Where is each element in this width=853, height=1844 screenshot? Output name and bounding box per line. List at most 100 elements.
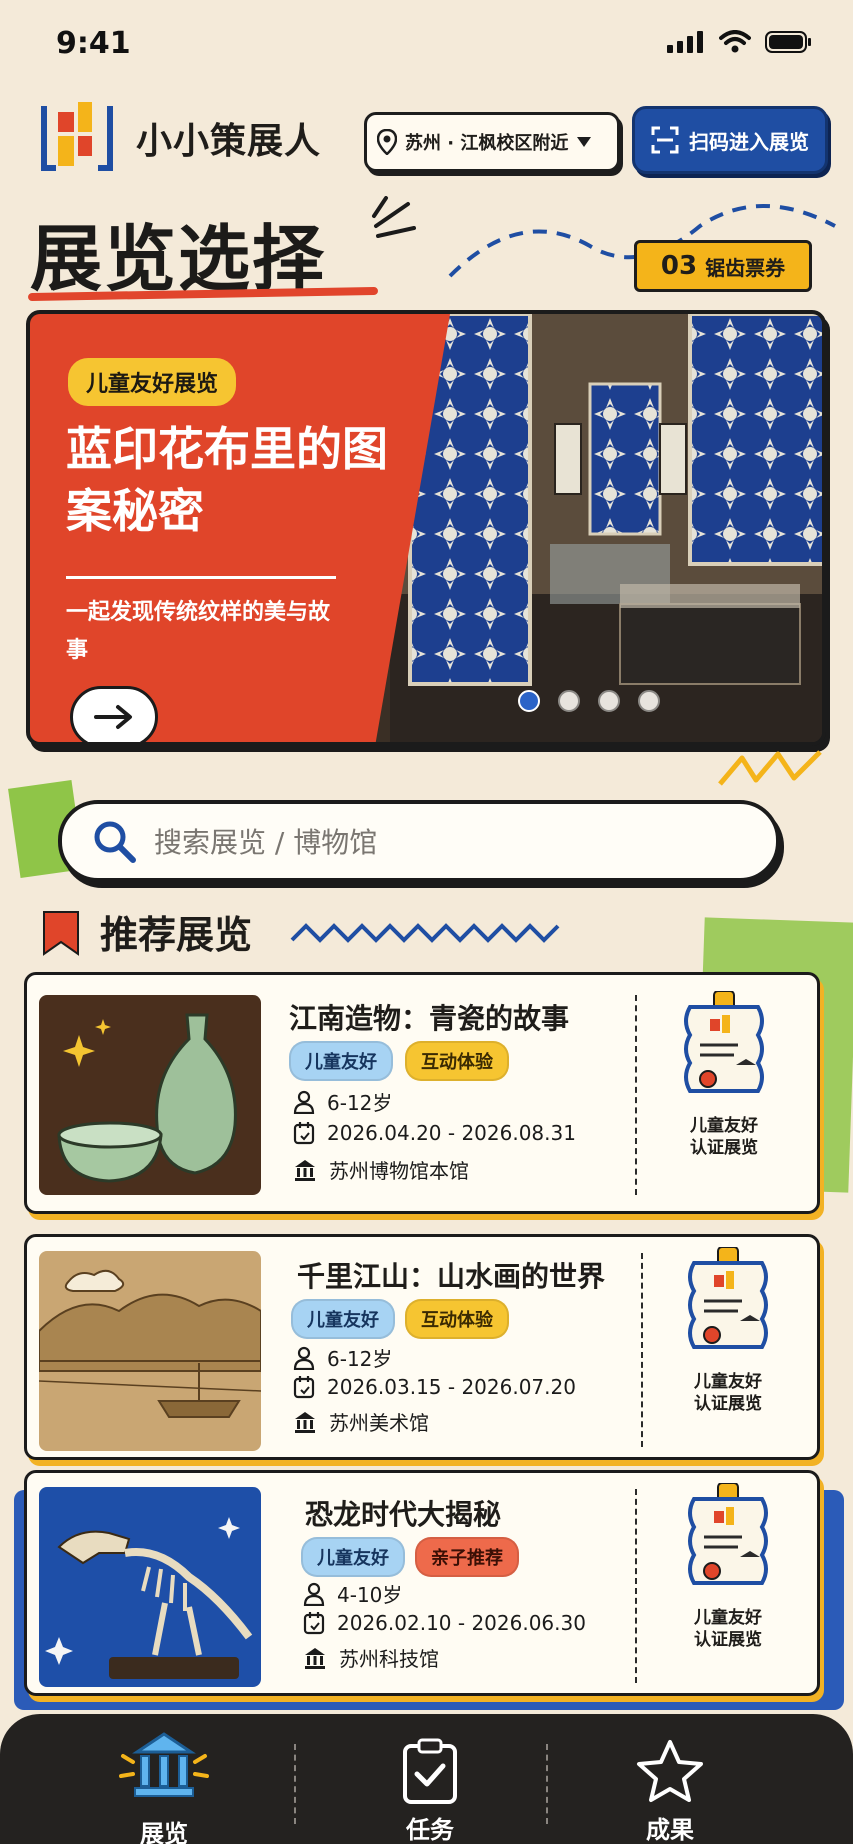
tag-child-friendly: 儿童友好	[291, 1299, 395, 1339]
cert-line2: 认证展览	[690, 1138, 758, 1158]
certification-badge: 儿童友好 认证展览	[659, 991, 789, 1159]
carousel-dot[interactable]	[638, 690, 660, 712]
date-range: 2026.03.15 - 2026.07.20	[327, 1375, 576, 1399]
museum-small-icon	[295, 1411, 315, 1433]
card-dates: 2026.02.10 - 2026.06.30	[303, 1611, 586, 1635]
landscape-painting-image	[39, 1251, 261, 1451]
bookmark-flag-icon	[43, 911, 79, 956]
search-icon	[94, 821, 136, 863]
museum-icon	[119, 1732, 209, 1797]
battery-icon	[765, 31, 811, 53]
certified-badge-icon	[684, 991, 764, 1093]
calendar-icon	[293, 1122, 315, 1145]
tag-family-recommend: 亲子推荐	[415, 1537, 519, 1577]
card-title: 千里江山：山水画的世界	[297, 1260, 606, 1293]
zigzag-decoration	[718, 750, 822, 786]
location-selector[interactable]: 苏州 · 江枫校区附近	[364, 112, 620, 172]
certified-badge-icon	[688, 1483, 768, 1585]
scan-button[interactable]: 扫码进入展览	[632, 106, 828, 174]
venue-name: 苏州科技馆	[339, 1647, 439, 1671]
clipboard-check-icon	[403, 1738, 457, 1804]
person-icon	[293, 1090, 315, 1114]
card-age: 4-10岁	[303, 1579, 402, 1608]
age-range: 4-10岁	[337, 1583, 403, 1607]
location-text: 苏州 · 江枫校区附近	[405, 133, 569, 154]
venue-name: 苏州博物馆本馆	[329, 1159, 469, 1183]
carousel-dots	[518, 690, 660, 712]
nav-item-tasks[interactable]: 任务	[350, 1738, 510, 1844]
scan-button-label: 扫码进入展览	[689, 129, 809, 154]
exhibition-card[interactable]: 江南造物：青瓷的故事 儿童友好 互动体验 6-12岁 2026.04.20 - …	[24, 972, 820, 1214]
tag-child-friendly: 儿童友好	[289, 1041, 393, 1081]
carousel-dot[interactable]	[558, 690, 580, 712]
hero-tag: 儿童友好展览	[68, 358, 237, 406]
section-title: 推荐展览	[100, 913, 253, 957]
nav-label: 展览	[140, 1820, 188, 1844]
carousel-dot[interactable]	[598, 690, 620, 712]
spark-decoration-icon	[372, 196, 416, 238]
cert-label: 儿童友好 认证展览	[690, 1115, 758, 1159]
ticket-count: 03	[660, 251, 698, 281]
card-venue: 苏州美术馆	[293, 1407, 429, 1436]
carousel-dot[interactable]	[518, 690, 540, 712]
cert-line1: 儿童友好	[694, 1372, 762, 1392]
hero-subtitle: 一起发现传统纹样的美与故事	[66, 600, 331, 663]
cert-line2: 认证展览	[694, 1630, 762, 1650]
status-time: 9:41	[56, 26, 131, 61]
hero-banner[interactable]: 儿童友好展览 蓝印花布里的图案秘密 一起发现传统纹样的美与故事	[26, 310, 826, 746]
card-age: 6-12岁	[293, 1343, 392, 1372]
nav-item-achievements[interactable]: 成果	[590, 1738, 750, 1844]
app-name: 小小策展人	[136, 121, 322, 162]
signal-icon	[667, 31, 703, 53]
cert-label: 儿童友好 认证展览	[694, 1607, 762, 1651]
hero-rule	[66, 576, 336, 579]
nav-label: 任务	[406, 1816, 454, 1844]
tag-interactive: 互动体验	[405, 1299, 509, 1339]
status-icons	[667, 30, 813, 54]
scan-icon	[651, 126, 679, 154]
certification-badge: 儿童友好 认证展览	[663, 1483, 793, 1651]
exhibition-card[interactable]: 千里江山：山水画的世界 儿童友好 互动体验 6-12岁 2026.03.15 -…	[24, 1234, 820, 1460]
card-dates: 2026.03.15 - 2026.07.20	[293, 1375, 576, 1399]
location-pin-icon	[377, 129, 397, 155]
certified-badge-icon	[688, 1247, 768, 1349]
search-input[interactable]: 搜索展览 / 博物馆	[58, 800, 780, 882]
nav-separator	[546, 1744, 548, 1824]
card-divider	[641, 1253, 643, 1447]
bottom-nav: 展览 任务 成果	[0, 1714, 853, 1844]
cert-label: 儿童友好 认证展览	[694, 1371, 762, 1415]
venue-name: 苏州美术馆	[329, 1411, 429, 1435]
card-age: 6-12岁	[293, 1087, 392, 1116]
card-divider	[635, 1489, 637, 1683]
person-icon	[303, 1582, 325, 1606]
card-dates: 2026.04.20 - 2026.08.31	[293, 1121, 576, 1145]
card-divider	[635, 995, 637, 1195]
wifi-icon	[719, 30, 751, 53]
cert-line2: 认证展览	[694, 1394, 762, 1414]
chevron-down-icon	[577, 137, 592, 147]
card-venue: 苏州博物馆本馆	[293, 1155, 469, 1184]
card-title: 江南造物：青瓷的故事	[289, 1002, 570, 1035]
cert-line1: 儿童友好	[694, 1608, 762, 1628]
search-placeholder: 搜索展览 / 博物馆	[154, 826, 378, 859]
dinosaur-skeleton-image	[39, 1487, 261, 1687]
exhibition-card[interactable]: 恐龙时代大揭秘 儿童友好 亲子推荐 4-10岁 2026.02.10 - 202…	[24, 1470, 820, 1696]
celadon-vase-image	[39, 995, 261, 1195]
date-range: 2026.02.10 - 2026.06.30	[337, 1611, 586, 1635]
cert-line1: 儿童友好	[690, 1116, 758, 1136]
certification-badge: 儿童友好 认证展览	[663, 1247, 793, 1415]
tag-interactive: 互动体验	[405, 1041, 509, 1081]
museum-small-icon	[295, 1159, 315, 1181]
nav-label: 成果	[646, 1816, 694, 1844]
age-range: 6-12岁	[327, 1091, 393, 1115]
nav-item-exhibitions[interactable]: 展览	[84, 1726, 244, 1844]
date-range: 2026.04.20 - 2026.08.31	[327, 1121, 576, 1145]
card-venue: 苏州科技馆	[303, 1643, 439, 1672]
calendar-icon	[293, 1376, 315, 1399]
hero-arrow-button[interactable]	[70, 686, 158, 742]
ticket-badge[interactable]: 03 锯齿票券	[634, 240, 812, 292]
age-range: 6-12岁	[327, 1347, 393, 1371]
wave-decoration	[290, 923, 560, 943]
ticket-label: 锯齿票券	[705, 255, 786, 280]
person-icon	[293, 1346, 315, 1370]
